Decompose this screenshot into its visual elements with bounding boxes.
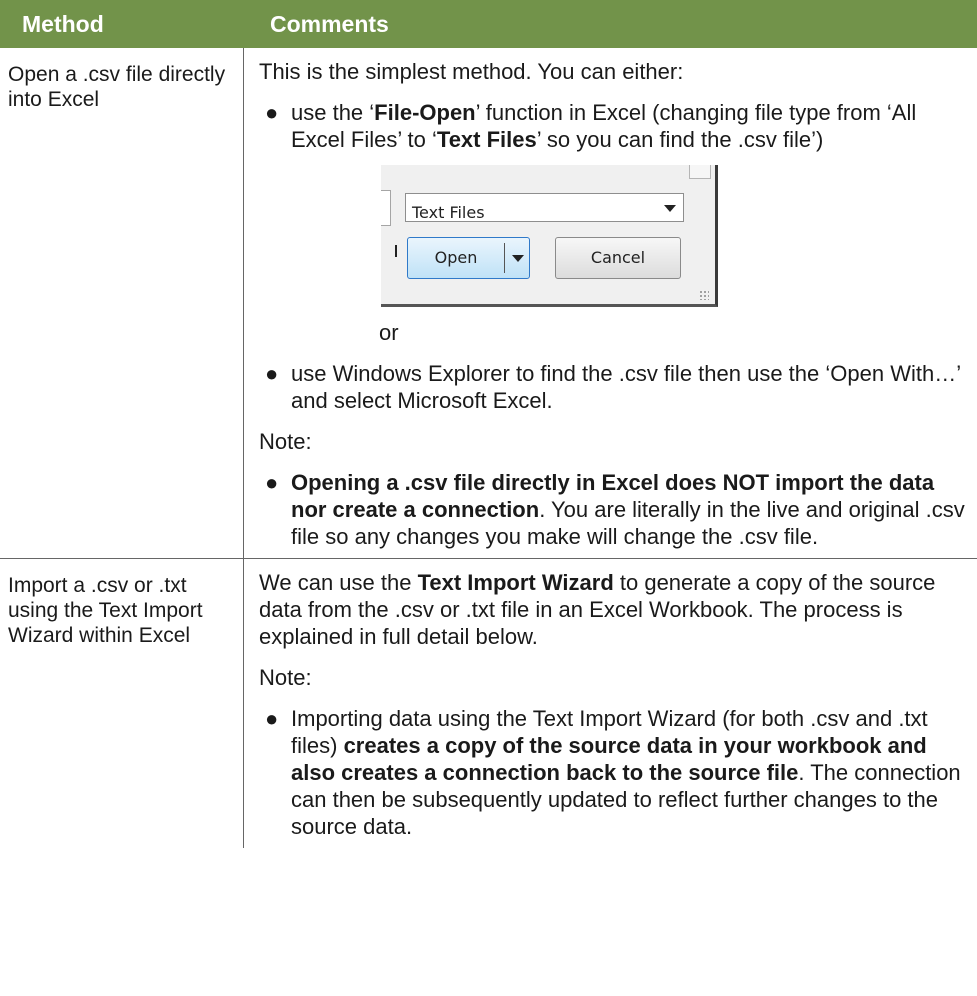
bullet-icon: ●: [265, 470, 279, 495]
bold-run: Text Import Wizard: [417, 570, 614, 595]
table-row: Open a .csv file directly into Excel Thi…: [0, 48, 977, 559]
comments-cell: This is the simplest method. You can eit…: [244, 48, 977, 558]
or-text: or: [379, 320, 399, 345]
chevron-down-icon[interactable]: [512, 255, 524, 262]
text-run: use the ‘: [291, 100, 375, 125]
intro-text: This is the simplest method. You can eit…: [259, 59, 684, 84]
scrollbar-button[interactable]: [689, 165, 711, 179]
open-button[interactable]: Open: [407, 237, 530, 279]
note-label: Note:: [259, 429, 312, 454]
chevron-down-icon: [664, 205, 676, 212]
divider: [395, 245, 397, 257]
bullet-text: Importing data using the Text Import Wiz…: [291, 705, 969, 840]
table-row: Import a .csv or .txt using the Text Imp…: [0, 559, 977, 848]
comments-cell: We can use the Text Import Wizard to gen…: [244, 559, 977, 848]
bullet-text: Opening a .csv file directly in Excel do…: [291, 469, 969, 550]
list-item: ● use Windows Explorer to find the .csv …: [259, 360, 969, 414]
bullet-text: use the ‘File-Open’ function in Excel (c…: [291, 99, 969, 153]
list-item: ● use the ‘File-Open’ function in Excel …: [259, 99, 969, 153]
table-header: Method Comments: [0, 0, 977, 48]
list-item: ● Importing data using the Text Import W…: [259, 705, 969, 840]
header-comments: Comments: [270, 10, 389, 37]
bullet-icon: ●: [265, 706, 279, 731]
method-cell: Open a .csv file directly into Excel: [0, 48, 244, 558]
resize-grip-icon[interactable]: [699, 290, 709, 300]
text-run: ’ so you can find the .csv file’): [536, 127, 824, 152]
note-label: Note:: [259, 665, 312, 690]
bold-run: Text Files: [436, 127, 537, 152]
list-item: ● Opening a .csv file directly in Excel …: [259, 469, 969, 550]
cancel-button[interactable]: Cancel: [555, 237, 681, 279]
method-cell: Import a .csv or .txt using the Text Imp…: [0, 559, 244, 848]
file-type-select[interactable]: Text Files: [405, 193, 684, 222]
file-dialog-screenshot: Text Files Open Cancel: [381, 165, 718, 307]
split-divider: [504, 243, 505, 273]
bullet-text: use Windows Explorer to find the .csv fi…: [291, 361, 961, 413]
bullet-icon: ●: [265, 361, 279, 386]
header-method: Method: [22, 10, 104, 37]
open-label: Open: [434, 248, 478, 267]
text-run: We can use the: [259, 570, 418, 595]
comparison-table: Method Comments Open a .csv file directl…: [0, 0, 977, 848]
paragraph: We can use the Text Import Wizard to gen…: [259, 569, 969, 650]
filename-field-edge[interactable]: [381, 190, 391, 226]
file-type-value: Text Files: [412, 203, 485, 222]
bullet-icon: ●: [265, 100, 279, 125]
bold-run: File-Open: [374, 100, 476, 125]
